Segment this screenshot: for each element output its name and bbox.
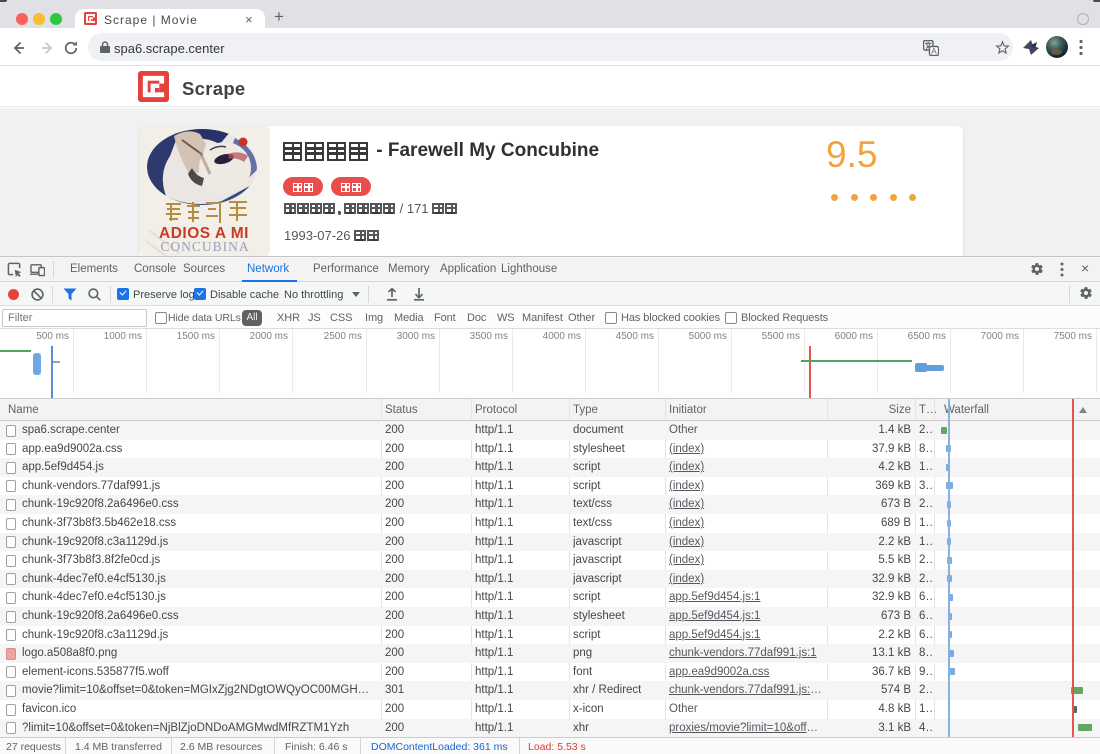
svg-text:A: A	[931, 46, 937, 56]
svg-text:CONCUBINA: CONCUBINA	[160, 239, 249, 254]
